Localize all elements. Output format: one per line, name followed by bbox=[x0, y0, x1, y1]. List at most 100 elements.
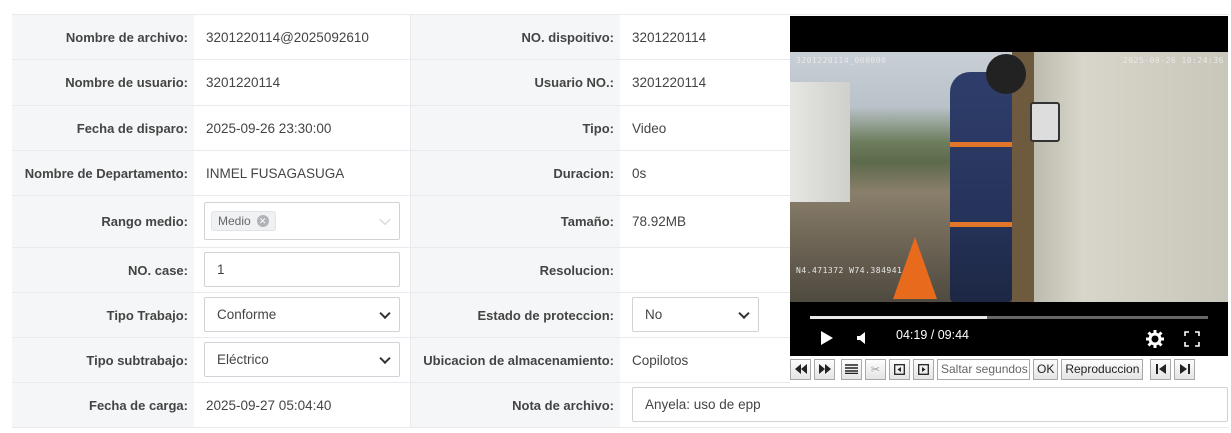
skip-to-start-icon bbox=[1155, 364, 1166, 374]
work-subtype-select[interactable]: Eléctrico bbox=[204, 342, 400, 377]
work-subtype-label: Tipo subtrabajo: bbox=[12, 338, 194, 382]
chevron-down-icon bbox=[379, 213, 391, 226]
case-no-cell: 1 bbox=[194, 248, 411, 292]
fullscreen-icon[interactable] bbox=[1184, 331, 1200, 347]
video-player[interactable]: 3201220114_000000 2025-09-26 10:24:36 N4… bbox=[790, 16, 1228, 356]
media-range-tag-text: Medio bbox=[218, 214, 251, 228]
row-department: Nombre de Departamento: INMEL FUSAGASUGA… bbox=[12, 151, 790, 196]
fast-forward-icon bbox=[818, 364, 831, 374]
media-range-select[interactable]: Medio ✕ bbox=[204, 202, 400, 240]
last-button[interactable] bbox=[1174, 358, 1196, 380]
trigger-date-label: Fecha de disparo: bbox=[12, 106, 194, 150]
department-value: INMEL FUSAGASUGA bbox=[194, 151, 411, 195]
case-no-input[interactable]: 1 bbox=[204, 252, 400, 287]
work-subtype-cell: Eléctrico bbox=[194, 338, 411, 382]
trigger-date-value: 2025-09-26 23:30:00 bbox=[194, 106, 411, 150]
media-range-cell: Medio ✕ bbox=[194, 196, 411, 247]
osd-datetime: 2025-09-26 10:24:36 bbox=[1122, 56, 1224, 65]
skip-seconds-input[interactable]: Saltar segundos bbox=[937, 358, 1030, 380]
ok-button[interactable]: OK bbox=[1033, 358, 1059, 380]
scene-stripe bbox=[950, 142, 1012, 147]
upload-date-value: 2025-09-27 05:04:40 bbox=[194, 383, 411, 427]
row-user-name: Nombre de usuario: 3201220114 Usuario NO… bbox=[12, 60, 790, 106]
first-button[interactable] bbox=[1150, 358, 1172, 380]
case-no-label: NO. case: bbox=[12, 248, 194, 292]
resolution-value bbox=[620, 248, 790, 292]
device-no-label: NO. dispoitivo: bbox=[411, 15, 620, 59]
seek-bar-fill bbox=[810, 316, 987, 319]
rewind-icon bbox=[794, 364, 807, 374]
list-icon bbox=[845, 364, 858, 374]
settings-gear-icon[interactable] bbox=[1146, 330, 1164, 348]
playback-button[interactable]: Reproduccion bbox=[1061, 358, 1144, 380]
file-details-table: Nombre de archivo: 3201220114@2025092610… bbox=[12, 14, 1229, 428]
work-type-selected: Conforme bbox=[217, 307, 277, 322]
scene-house-left bbox=[790, 82, 850, 202]
prev-frame-icon bbox=[894, 363, 905, 375]
volume-icon[interactable] bbox=[856, 331, 870, 345]
file-name-value: 3201220114@2025092610 bbox=[194, 15, 411, 59]
row-media-range: Rango medio: Medio ✕ Tamaño: 78.92MB bbox=[12, 196, 790, 248]
user-no-value: 3201220114 bbox=[620, 60, 790, 105]
protection-state-selected: No bbox=[645, 307, 663, 322]
rewind-button[interactable] bbox=[790, 358, 811, 380]
media-range-tag: Medio ✕ bbox=[211, 211, 276, 231]
size-value: 78.92MB bbox=[620, 196, 790, 247]
type-label: Tipo: bbox=[411, 106, 620, 150]
department-label: Nombre de Departamento: bbox=[12, 151, 194, 195]
chevron-down-icon bbox=[379, 307, 391, 319]
size-label: Tamaño: bbox=[411, 196, 620, 247]
osd-id: 3201220114_000000 bbox=[796, 56, 887, 65]
play-icon[interactable] bbox=[820, 330, 834, 346]
scissors-icon: ✂ bbox=[870, 363, 881, 376]
file-note-cell: Anyela: uso de epp bbox=[620, 383, 1229, 427]
next-frame-button[interactable] bbox=[913, 358, 934, 380]
type-value: Video bbox=[620, 106, 790, 150]
protection-state-cell: No bbox=[620, 293, 790, 337]
file-note-input[interactable]: Anyela: uso de epp bbox=[632, 387, 1228, 422]
upload-date-label: Fecha de carga: bbox=[12, 383, 194, 427]
scene-stripe bbox=[950, 222, 1012, 227]
work-subtype-selected: Eléctrico bbox=[217, 352, 269, 367]
tag-remove-icon[interactable]: ✕ bbox=[256, 215, 269, 227]
row-file-name: Nombre de archivo: 3201220114@2025092610… bbox=[12, 15, 790, 60]
list-button[interactable] bbox=[841, 358, 862, 380]
media-range-label: Rango medio: bbox=[12, 196, 194, 247]
scene-worker bbox=[950, 72, 1012, 302]
row-trigger-date: Fecha de disparo: 2025-09-26 23:30:00 Ti… bbox=[12, 106, 790, 151]
storage-location-label: Ubicacion de almacenamiento: bbox=[411, 338, 620, 382]
player-toolbar: ✂ Saltar segundos OK Reproduccion bbox=[790, 358, 1228, 380]
row-work-subtype: Tipo subtrabajo: Eléctrico Ubicacion de … bbox=[12, 338, 790, 383]
user-name-label: Nombre de usuario: bbox=[12, 60, 194, 105]
row-work-type: Tipo Trabajo: Conforme Estado de protecc… bbox=[12, 293, 790, 338]
duration-label: Duracion: bbox=[411, 151, 620, 195]
osd-gps: N4.471372 W74.384941 bbox=[796, 266, 903, 275]
scene-wall-right bbox=[1020, 52, 1228, 302]
row-case-no: NO. case: 1 Resolucion: bbox=[12, 248, 790, 293]
next-frame-icon bbox=[918, 363, 929, 375]
protection-state-select[interactable]: No bbox=[632, 297, 759, 332]
duration-value: 0s bbox=[620, 151, 790, 195]
storage-location-value: Copilotos bbox=[620, 338, 790, 382]
device-no-value: 3201220114 bbox=[620, 15, 790, 59]
file-note-label: Nota de archivo: bbox=[411, 383, 620, 427]
scene-helmet bbox=[986, 54, 1026, 94]
skip-to-end-icon bbox=[1179, 364, 1190, 374]
fast-forward-button[interactable] bbox=[814, 358, 835, 380]
video-frame: 3201220114_000000 2025-09-26 10:24:36 N4… bbox=[790, 52, 1228, 302]
clip-button[interactable]: ✂ bbox=[865, 358, 886, 380]
seek-bar[interactable] bbox=[810, 316, 1208, 319]
work-type-cell: Conforme bbox=[194, 293, 411, 337]
resolution-label: Resolucion: bbox=[411, 248, 620, 292]
prev-frame-button[interactable] bbox=[889, 358, 910, 380]
row-upload-date: Fecha de carga: 2025-09-27 05:04:40 Nota… bbox=[12, 383, 1229, 428]
file-name-label: Nombre de archivo: bbox=[12, 15, 194, 59]
protection-state-label: Estado de proteccion: bbox=[411, 293, 620, 337]
time-display: 04:19 / 09:44 bbox=[896, 328, 969, 342]
user-name-value: 3201220114 bbox=[194, 60, 411, 105]
chevron-down-icon bbox=[738, 307, 750, 319]
chevron-down-icon bbox=[379, 352, 391, 364]
work-type-select[interactable]: Conforme bbox=[204, 297, 400, 332]
user-no-label: Usuario NO.: bbox=[411, 60, 620, 105]
work-type-label: Tipo Trabajo: bbox=[12, 293, 194, 337]
